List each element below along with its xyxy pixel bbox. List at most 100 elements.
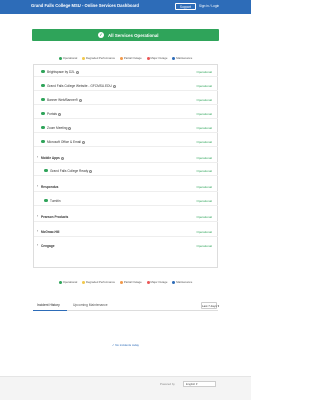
info-icon[interactable]: ? (57, 112, 61, 116)
maintenance-dot-icon (172, 56, 176, 60)
support-button[interactable]: Support (175, 3, 196, 10)
degraded-dot-icon (81, 56, 85, 60)
operational-status-icon (44, 168, 48, 173)
service-name: Turnitin (50, 198, 61, 203)
service-status: Operational (196, 184, 212, 189)
powered-by-text: Powered by (160, 382, 175, 386)
overall-status-banner: ✓ All Services Operational (32, 29, 219, 41)
chevron-down-icon: ▾ (217, 303, 220, 308)
service-group-row[interactable]: › Pearson Products Operational (34, 212, 218, 222)
no-incidents-message: ✓ No incidents today (111, 343, 140, 347)
service-status: Operational (196, 243, 212, 248)
service-status: Operational (196, 229, 212, 234)
chevron-right-icon[interactable]: › (37, 229, 38, 233)
language-select[interactable]: English ▾ (183, 380, 216, 387)
operational-status-icon (41, 83, 45, 88)
legend-item: Major Outage (146, 56, 167, 60)
service-status: Operational (196, 198, 212, 203)
major-outage-dot-icon (146, 56, 150, 60)
info-icon[interactable]: ? (112, 84, 116, 88)
chevron-right-icon[interactable]: › (37, 243, 38, 247)
service-name: Respondus (41, 184, 59, 189)
service-row[interactable]: Brightspace by D2L? Operational (34, 67, 218, 77)
chevron-right-icon[interactable]: › (37, 214, 38, 218)
service-row[interactable]: Grand Falls College Ready? Operational (34, 166, 218, 176)
check-circle-icon: ✓ (98, 32, 104, 38)
legend-item: Operational (58, 56, 77, 60)
service-status: Operational (196, 97, 212, 102)
date-range-select[interactable]: Last 7 days ▾ (201, 301, 220, 309)
service-name: Grand Falls College Website - GFCMSU.EDU (47, 83, 112, 88)
legend-item: Degraded Performance (81, 56, 115, 60)
service-row[interactable]: Zoom Meeting? Operational (34, 123, 218, 133)
service-group-row[interactable]: › Cengage Operational (34, 241, 218, 251)
info-icon[interactable]: ? (60, 156, 64, 160)
service-name: Mobile Apps (41, 155, 60, 160)
partial-outage-dot-icon (119, 56, 123, 60)
legend-item: Degraded Performance (81, 280, 115, 284)
partial-outage-dot-icon (119, 280, 123, 284)
service-name: McGraw-Hill (41, 229, 60, 234)
tab-incident-history[interactable]: Incident History (37, 303, 60, 307)
service-row[interactable]: Grand Falls College Website - GFCMSU.EDU… (34, 81, 218, 91)
info-icon[interactable]: ? (81, 140, 85, 144)
legend-item: Operational (58, 280, 77, 284)
service-status: Operational (196, 69, 212, 74)
service-name: Banner Web/Banner9 (47, 97, 78, 102)
info-icon[interactable]: ? (75, 70, 79, 74)
info-icon[interactable]: ? (78, 98, 82, 102)
history-tabs: Incident History Upcoming Maintenance La… (33, 301, 220, 311)
operational-status-icon (41, 69, 45, 74)
service-name: Portals (47, 111, 57, 116)
service-row[interactable]: Banner Web/Banner9? Operational (34, 95, 218, 105)
service-status: Operational (196, 168, 212, 173)
chevron-right-icon[interactable]: › (37, 184, 38, 188)
services-panel: Brightspace by D2L? Operational Grand Fa… (33, 64, 218, 268)
page-footer: Powered by English ▾ (0, 376, 251, 400)
chevron-right-icon[interactable]: › (37, 155, 38, 159)
status-legend-bottom: Operational Degraded Performance Partial… (0, 280, 251, 286)
info-icon[interactable]: ? (89, 169, 93, 173)
service-status: Operational (196, 125, 212, 130)
service-name: Microsoft Office & Email (47, 139, 81, 144)
maintenance-dot-icon (172, 280, 176, 284)
service-status: Operational (196, 139, 212, 144)
operational-dot-icon (58, 280, 62, 284)
service-status: Operational (196, 155, 212, 160)
service-row[interactable]: Microsoft Office & Email? Operational (34, 137, 218, 147)
service-name: Zoom Meeting (47, 125, 68, 130)
service-name: Pearson Products (41, 214, 69, 219)
service-group-row[interactable]: › Mobile Apps? Operational (34, 153, 218, 163)
legend-item: Major Outage (146, 280, 167, 284)
active-tab-indicator (33, 309, 67, 311)
legend-item: Partial Outage (119, 280, 142, 284)
site-title: Grand Falls College MSU - Online Service… (31, 3, 139, 8)
operational-status-icon (41, 125, 45, 130)
service-name: Cengage (41, 243, 55, 248)
top-header-bar: Grand Falls College MSU - Online Service… (0, 0, 251, 14)
service-row[interactable]: Turnitin Operational (34, 196, 218, 206)
info-icon[interactable]: ? (68, 126, 72, 130)
service-group-row[interactable]: › Respondus Operational (34, 182, 218, 192)
degraded-dot-icon (81, 280, 85, 284)
service-name: Brightspace by D2L (47, 69, 75, 74)
service-status: Operational (196, 214, 212, 219)
legend-item: Maintenance (172, 280, 192, 284)
service-status: Operational (196, 83, 212, 88)
major-outage-dot-icon (146, 280, 150, 284)
status-legend: Operational Degraded Performance Partial… (0, 56, 251, 62)
chevron-down-icon: ▾ (195, 381, 198, 386)
service-group-row[interactable]: › McGraw-Hill Operational (34, 227, 218, 237)
legend-item: Partial Outage (119, 56, 142, 60)
signin-link[interactable]: Sign in / Login (199, 4, 219, 8)
overall-status-text: All Services Operational (108, 32, 159, 38)
operational-status-icon (41, 139, 45, 144)
service-name: Grand Falls College Ready (50, 168, 89, 173)
operational-dot-icon (58, 56, 62, 60)
legend-item: Maintenance (172, 56, 192, 60)
operational-status-icon (41, 97, 45, 102)
service-row[interactable]: Portals? Operational (34, 109, 218, 119)
tab-upcoming-maintenance[interactable]: Upcoming Maintenance (73, 303, 108, 307)
operational-status-icon (41, 111, 45, 116)
service-status: Operational (196, 111, 212, 116)
